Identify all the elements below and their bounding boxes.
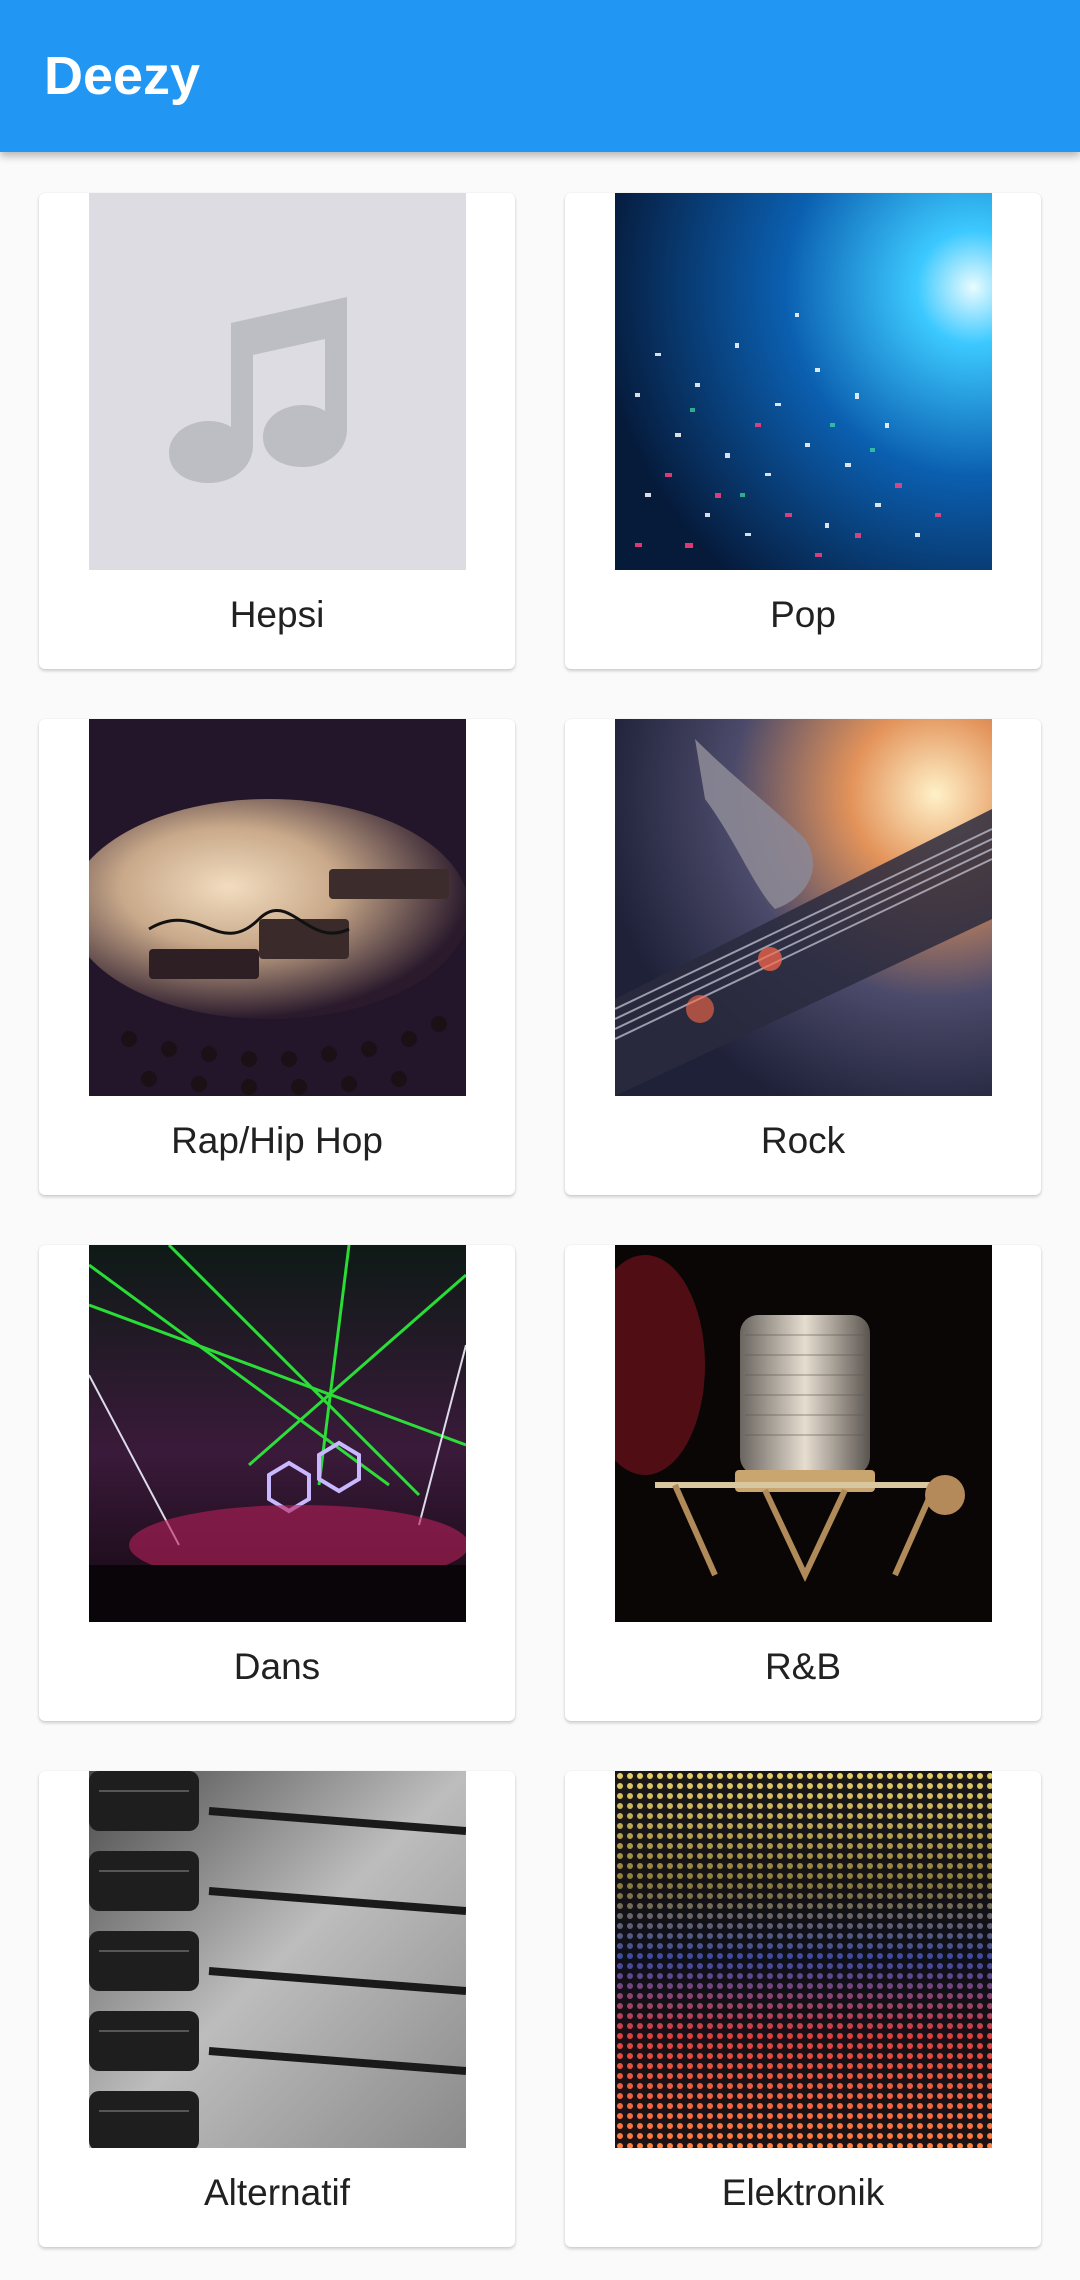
app-title: Deezy <box>44 46 201 106</box>
genre-card-rock[interactable]: Rock <box>565 719 1041 1195</box>
app-bar: Deezy <box>0 0 1080 152</box>
electric-guitar-image <box>615 719 992 1096</box>
genre-card-pop[interactable]: Pop <box>565 193 1041 669</box>
led-equalizer-image <box>615 1771 992 2148</box>
genre-label: Elektronik <box>721 2172 885 2213</box>
genre-label: R&B <box>764 1646 842 1687</box>
genre-card-rnb[interactable]: R&B <box>565 1245 1041 1721</box>
genre-image-alternatif <box>89 1771 466 2148</box>
genre-card-hepsi[interactable]: Hepsi <box>39 193 515 669</box>
laser-show-crowd-image <box>89 1245 466 1622</box>
dj-turntables-image <box>89 719 466 1096</box>
genre-card-rap-hip-hop[interactable]: Rap/Hip Hop <box>39 719 515 1195</box>
genre-label: Alternatif <box>203 2172 350 2213</box>
genre-image-elektronik <box>615 1771 992 2148</box>
mixing-console-faders-image <box>89 1771 466 2148</box>
genre-image-rock <box>615 719 992 1096</box>
genre-card-elektronik[interactable]: Elektronik <box>565 1771 1041 2247</box>
genre-grid: Hepsi Pop Rap/Hip Hop Rock Dans R&B Alte… <box>0 0 1080 2280</box>
genre-card-alternatif[interactable]: Alternatif <box>39 1771 515 2247</box>
music-note-placeholder-icon <box>89 193 466 570</box>
genre-image-hepsi <box>89 193 466 570</box>
genre-label: Pop <box>770 594 836 635</box>
genre-image-pop <box>615 193 992 570</box>
genre-card-dans[interactable]: Dans <box>39 1245 515 1721</box>
genre-label: Hepsi <box>229 594 325 635</box>
genre-image-dans <box>89 1245 466 1622</box>
studio-microphone-image <box>615 1245 992 1622</box>
pop-concert-confetti-image <box>615 193 992 570</box>
genre-label: Dans <box>233 1646 321 1687</box>
genre-label: Rock <box>760 1120 846 1161</box>
genre-label: Rap/Hip Hop <box>171 1120 383 1161</box>
genre-image-rnb <box>615 1245 992 1622</box>
genre-image-rap-hip-hop <box>89 719 466 1096</box>
